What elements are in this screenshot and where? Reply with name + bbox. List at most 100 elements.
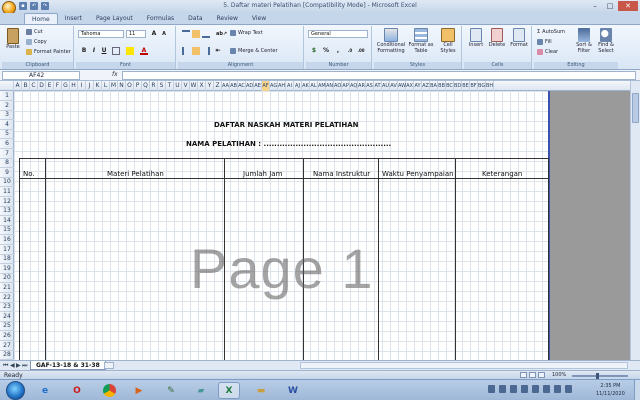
tab-page-layout[interactable]: Page Layout bbox=[89, 13, 140, 24]
column-header-s[interactable]: S bbox=[158, 81, 166, 91]
column-header-z[interactable]: Z bbox=[214, 81, 222, 91]
merge-center-button[interactable]: Merge & Center bbox=[230, 48, 278, 54]
align-right-icon[interactable] bbox=[202, 47, 210, 55]
row-header-25[interactable]: 25 bbox=[0, 321, 14, 332]
close-button[interactable]: ✕ bbox=[618, 1, 638, 11]
zoom-level[interactable]: 100% bbox=[552, 372, 566, 378]
page-break-view-icon[interactable] bbox=[538, 372, 545, 378]
column-header-ad[interactable]: AD bbox=[246, 81, 254, 91]
last-sheet-icon[interactable]: ⏭ bbox=[22, 362, 27, 370]
decrease-indent-icon[interactable]: ⇤ bbox=[214, 47, 222, 55]
align-top-icon[interactable] bbox=[182, 30, 190, 38]
format-cells-button[interactable]: Format bbox=[508, 28, 530, 48]
tray-app-icon[interactable] bbox=[521, 385, 528, 393]
column-header-k[interactable]: K bbox=[94, 81, 102, 91]
column-header-t[interactable]: T bbox=[166, 81, 174, 91]
clear-button[interactable]: Clear bbox=[537, 49, 558, 55]
align-center-icon[interactable] bbox=[192, 47, 200, 55]
row-header-24[interactable]: 24 bbox=[0, 312, 14, 322]
column-header-ak[interactable]: AK bbox=[302, 81, 310, 91]
column-header-h[interactable]: H bbox=[70, 81, 78, 91]
row-header-7[interactable]: 7 bbox=[0, 149, 14, 159]
column-header-ah[interactable]: AH bbox=[278, 81, 286, 91]
column-header-an[interactable]: AN bbox=[326, 81, 334, 91]
italic-button[interactable]: I bbox=[90, 47, 98, 55]
vertical-scrollbar[interactable] bbox=[630, 81, 640, 360]
column-header-bd[interactable]: BD bbox=[454, 81, 462, 91]
row-header-19[interactable]: 19 bbox=[0, 264, 14, 274]
tray-app-icon[interactable] bbox=[510, 385, 517, 393]
scroll-thumb[interactable] bbox=[632, 93, 639, 123]
minimize-button[interactable]: – bbox=[588, 1, 602, 11]
find-select-button[interactable]: Find & Select bbox=[595, 28, 617, 54]
internet-explorer-icon[interactable]: e bbox=[34, 382, 56, 399]
wrap-text-button[interactable]: Wrap Text bbox=[230, 30, 263, 36]
row-header-1[interactable]: 1 bbox=[0, 91, 14, 101]
delete-cells-button[interactable]: Delete bbox=[487, 28, 507, 48]
normal-view-icon[interactable] bbox=[520, 372, 527, 378]
increase-decimal-icon[interactable]: .0 bbox=[346, 47, 354, 55]
tab-formulas[interactable]: Formulas bbox=[140, 13, 181, 24]
column-header-l[interactable]: L bbox=[102, 81, 110, 91]
row-header-26[interactable]: 26 bbox=[0, 331, 14, 341]
horizontal-scrollbar[interactable] bbox=[300, 362, 628, 369]
format-painter-button[interactable]: Format Painter bbox=[26, 49, 71, 55]
column-header-al[interactable]: AL bbox=[310, 81, 318, 91]
column-header-c[interactable]: C bbox=[30, 81, 38, 91]
column-header-e[interactable]: E bbox=[46, 81, 54, 91]
network-icon[interactable] bbox=[554, 385, 561, 393]
row-header-21[interactable]: 21 bbox=[0, 283, 14, 293]
grow-font-button[interactable]: A bbox=[150, 30, 158, 38]
volume-icon[interactable] bbox=[565, 385, 572, 393]
maximize-button[interactable]: □ bbox=[603, 1, 617, 11]
row-header-20[interactable]: 20 bbox=[0, 273, 14, 284]
row-header-2[interactable]: 2 bbox=[0, 101, 14, 111]
column-header-y[interactable]: Y bbox=[206, 81, 214, 91]
column-header-p[interactable]: P bbox=[134, 81, 142, 91]
row-header-11[interactable]: 11 bbox=[0, 187, 14, 197]
column-header-i[interactable]: I bbox=[78, 81, 86, 91]
column-header-m[interactable]: M bbox=[110, 81, 118, 91]
row-header-15[interactable]: 15 bbox=[0, 225, 14, 236]
zoom-slider[interactable] bbox=[572, 375, 628, 377]
sort-filter-button[interactable]: Sort & Filter bbox=[574, 28, 594, 54]
percent-button[interactable]: % bbox=[322, 47, 330, 55]
tab-data[interactable]: Data bbox=[181, 13, 209, 24]
column-header-x[interactable]: X bbox=[198, 81, 206, 91]
tray-app-icon[interactable] bbox=[488, 385, 495, 393]
column-header-be[interactable]: BE bbox=[462, 81, 470, 91]
decrease-decimal-icon[interactable]: .00 bbox=[357, 47, 365, 55]
row-header-8[interactable]: 8 bbox=[0, 158, 14, 169]
column-header-o[interactable]: O bbox=[126, 81, 134, 91]
page-layout-view-icon[interactable] bbox=[529, 372, 536, 378]
align-middle-icon[interactable] bbox=[192, 30, 200, 38]
paint-icon[interactable]: ✎ bbox=[160, 382, 182, 399]
column-header-bf[interactable]: BF bbox=[470, 81, 478, 91]
tab-home[interactable]: Home bbox=[24, 13, 58, 24]
next-sheet-icon[interactable]: ▶ bbox=[16, 362, 21, 369]
column-header-f[interactable]: F bbox=[54, 81, 62, 91]
notepad-icon[interactable]: ▰ bbox=[190, 382, 212, 399]
comma-button[interactable]: , bbox=[334, 47, 342, 55]
column-header-w[interactable]: W bbox=[190, 81, 198, 91]
column-header-as[interactable]: AS bbox=[366, 81, 374, 91]
opera-icon[interactable]: O bbox=[66, 382, 88, 399]
number-format-select[interactable]: General bbox=[308, 30, 368, 38]
orientation-icon[interactable]: ab↗ bbox=[216, 30, 227, 38]
column-header-am[interactable]: AM bbox=[318, 81, 326, 91]
word-taskbar-icon[interactable]: W bbox=[282, 382, 304, 399]
column-header-ap[interactable]: AP bbox=[342, 81, 350, 91]
font-name-select[interactable]: Tahoma bbox=[78, 30, 124, 38]
paste-button[interactable]: Paste bbox=[4, 28, 22, 50]
row-header-12[interactable]: 12 bbox=[0, 197, 14, 207]
column-header-r[interactable]: R bbox=[150, 81, 158, 91]
row-header-17[interactable]: 17 bbox=[0, 245, 14, 255]
row-header-9[interactable]: 9 bbox=[0, 168, 14, 178]
sheet-tab[interactable]: GAF-13-18 & 31-38 bbox=[30, 361, 106, 370]
row-header-16[interactable]: 16 bbox=[0, 235, 14, 245]
first-sheet-icon[interactable]: ⏮ bbox=[3, 362, 8, 370]
column-header-ae[interactable]: AE bbox=[254, 81, 262, 91]
excel-taskbar-icon[interactable]: X bbox=[218, 382, 240, 399]
tab-insert[interactable]: Insert bbox=[58, 13, 89, 24]
row-header-28[interactable]: 28 bbox=[0, 350, 14, 360]
